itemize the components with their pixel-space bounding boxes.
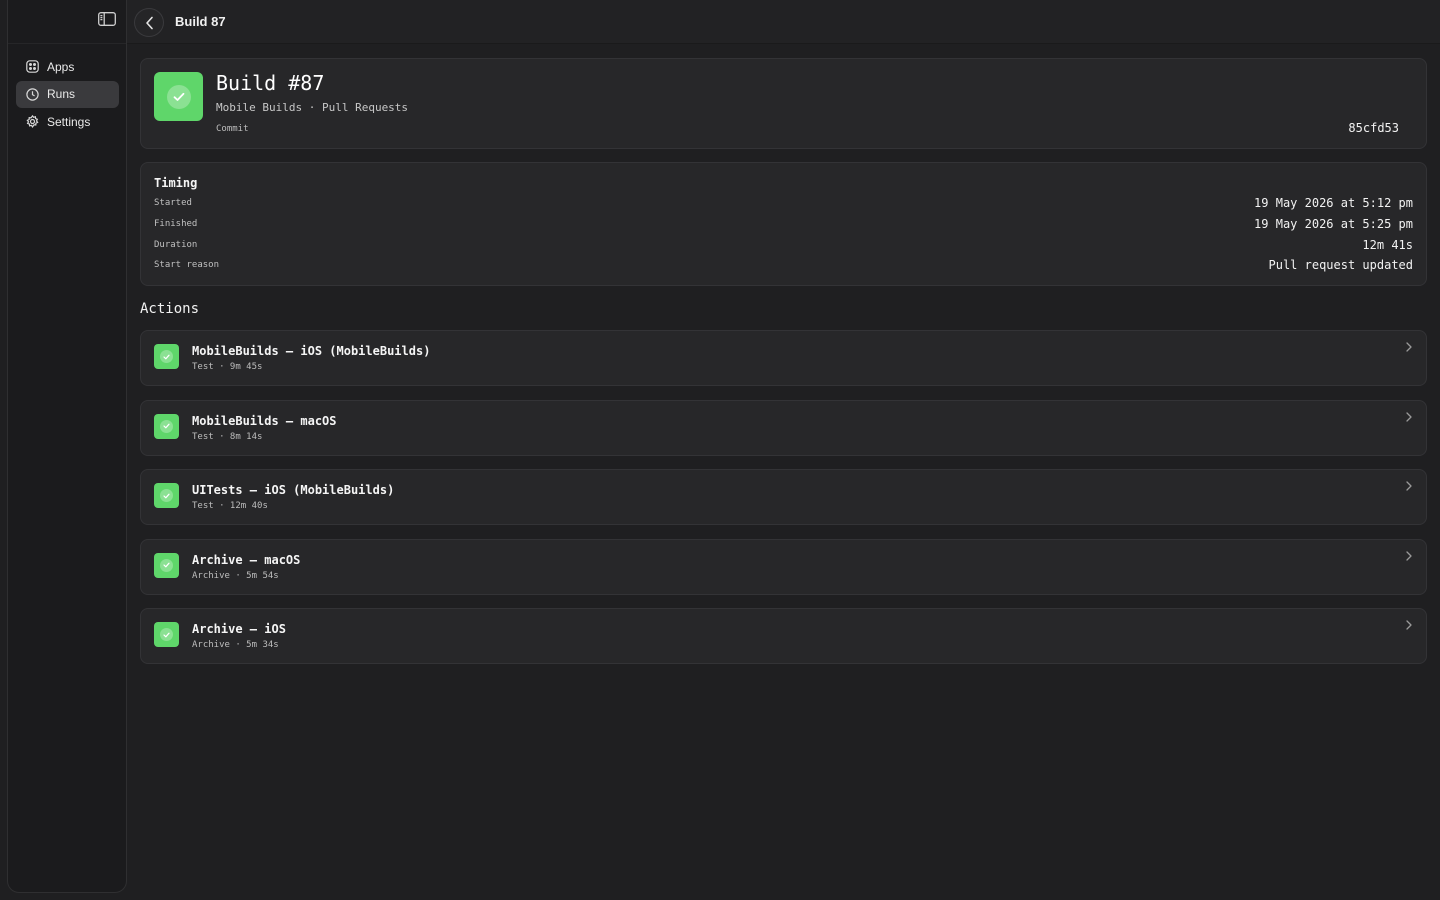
sidebar: Apps Runs Settings	[7, 0, 127, 893]
timing-row: Started 19 May 2026 at 5:12 pm	[154, 193, 1413, 214]
success-status-icon	[154, 622, 179, 647]
clock-icon	[25, 87, 39, 101]
sidebar-nav: Apps Runs Settings	[16, 53, 119, 136]
timing-row: Start reason Pull request updated	[154, 255, 1413, 276]
gear-icon	[25, 115, 39, 129]
checkmark-icon	[163, 632, 170, 637]
top-bar: Build 87	[127, 0, 1440, 44]
timing-key: Start reason	[154, 260, 220, 271]
action-name: MobileBuilds – macOS	[192, 413, 337, 428]
sidebar-divider	[8, 43, 126, 44]
action-meta: Archive · 5m 34s	[192, 640, 279, 650]
chevron-right-icon	[1406, 342, 1412, 352]
actions-list: MobileBuilds – iOS (MobileBuilds) Test ·…	[140, 330, 1427, 664]
sidebar-toggle-icon[interactable]	[98, 12, 118, 32]
action-item[interactable]: MobileBuilds – iOS (MobileBuilds) Test ·…	[140, 330, 1427, 386]
timing-value: 19 May 2026 at 5:12 pm	[1254, 196, 1413, 211]
commit-label: Commit	[216, 124, 249, 134]
chevron-right-icon	[1406, 620, 1412, 630]
success-status-icon	[154, 552, 179, 578]
sidebar-item-label: Settings	[47, 114, 91, 129]
checkmark-icon	[163, 354, 170, 359]
checkmark-icon	[163, 493, 170, 498]
build-subtitle: Mobile Builds · Pull Requests	[216, 101, 409, 114]
timing-row: Duration 12m 41s	[154, 234, 1413, 255]
actions-title: Actions	[140, 301, 200, 317]
action-item[interactable]: MobileBuilds – macOS Test · 8m 14s	[140, 399, 1427, 456]
action-meta: Test · 8m 14s	[192, 431, 263, 442]
chevron-right-icon	[1406, 411, 1412, 422]
sidebar-item-label: Apps	[47, 59, 75, 74]
back-button[interactable]	[134, 8, 164, 37]
timing-key: Started	[154, 198, 192, 209]
main-content: Build #87 Mobile Builds · Pull Requests …	[140, 58, 1427, 678]
checkmark-icon	[173, 92, 184, 101]
build-header-card: Build #87 Mobile Builds · Pull Requests …	[140, 58, 1427, 149]
commit-hash[interactable]: 85cfd53	[1348, 121, 1399, 135]
action-name: Archive – macOS	[192, 552, 301, 567]
timing-value: 12m 41s	[1362, 237, 1413, 252]
build-title: Build #87	[216, 71, 325, 95]
action-name: UITests – iOS (MobileBuilds)	[192, 483, 395, 497]
sidebar-item-label: Runs	[47, 87, 76, 101]
timing-list: Started 19 May 2026 at 5:12 pm Finished …	[154, 193, 1413, 276]
action-name: MobileBuilds – iOS (MobileBuilds)	[192, 344, 431, 358]
timing-key: Finished	[154, 219, 198, 230]
sidebar-item-settings[interactable]: Settings	[16, 108, 119, 135]
success-status-icon	[154, 413, 179, 439]
action-item[interactable]: Archive – macOS Archive · 5m 54s	[140, 538, 1427, 595]
timing-key: Duration	[154, 239, 198, 250]
success-status-icon	[154, 344, 179, 369]
chevron-right-icon	[1406, 481, 1412, 491]
action-name: Archive – iOS	[192, 622, 286, 636]
action-meta: Test · 9m 45s	[192, 362, 263, 372]
checkmark-icon	[163, 423, 170, 429]
action-item[interactable]: Archive – iOS Archive · 5m 34s	[140, 608, 1427, 664]
chevron-right-icon	[1406, 550, 1412, 561]
action-meta: Test · 12m 40s	[192, 501, 268, 511]
page-title: Build 87	[175, 14, 226, 29]
sidebar-item-apps[interactable]: Apps	[16, 53, 119, 80]
success-status-icon	[154, 483, 179, 508]
chevron-left-icon	[145, 16, 153, 29]
timing-title: Timing	[154, 176, 198, 190]
success-status-icon	[154, 72, 203, 121]
action-meta: Archive · 5m 54s	[192, 570, 279, 581]
sidebar-item-runs[interactable]: Runs	[16, 80, 119, 108]
timing-card: Timing Started 19 May 2026 at 5:12 pm Fi…	[140, 162, 1427, 286]
action-item[interactable]: UITests – iOS (MobileBuilds) Test · 12m …	[140, 469, 1427, 525]
timing-value: Pull request updated	[1268, 258, 1414, 273]
checkmark-icon	[163, 562, 170, 568]
timing-value: 19 May 2026 at 5:25 pm	[1254, 217, 1413, 232]
timing-row: Finished 19 May 2026 at 5:25 pm	[154, 214, 1413, 235]
apps-icon	[25, 60, 39, 74]
